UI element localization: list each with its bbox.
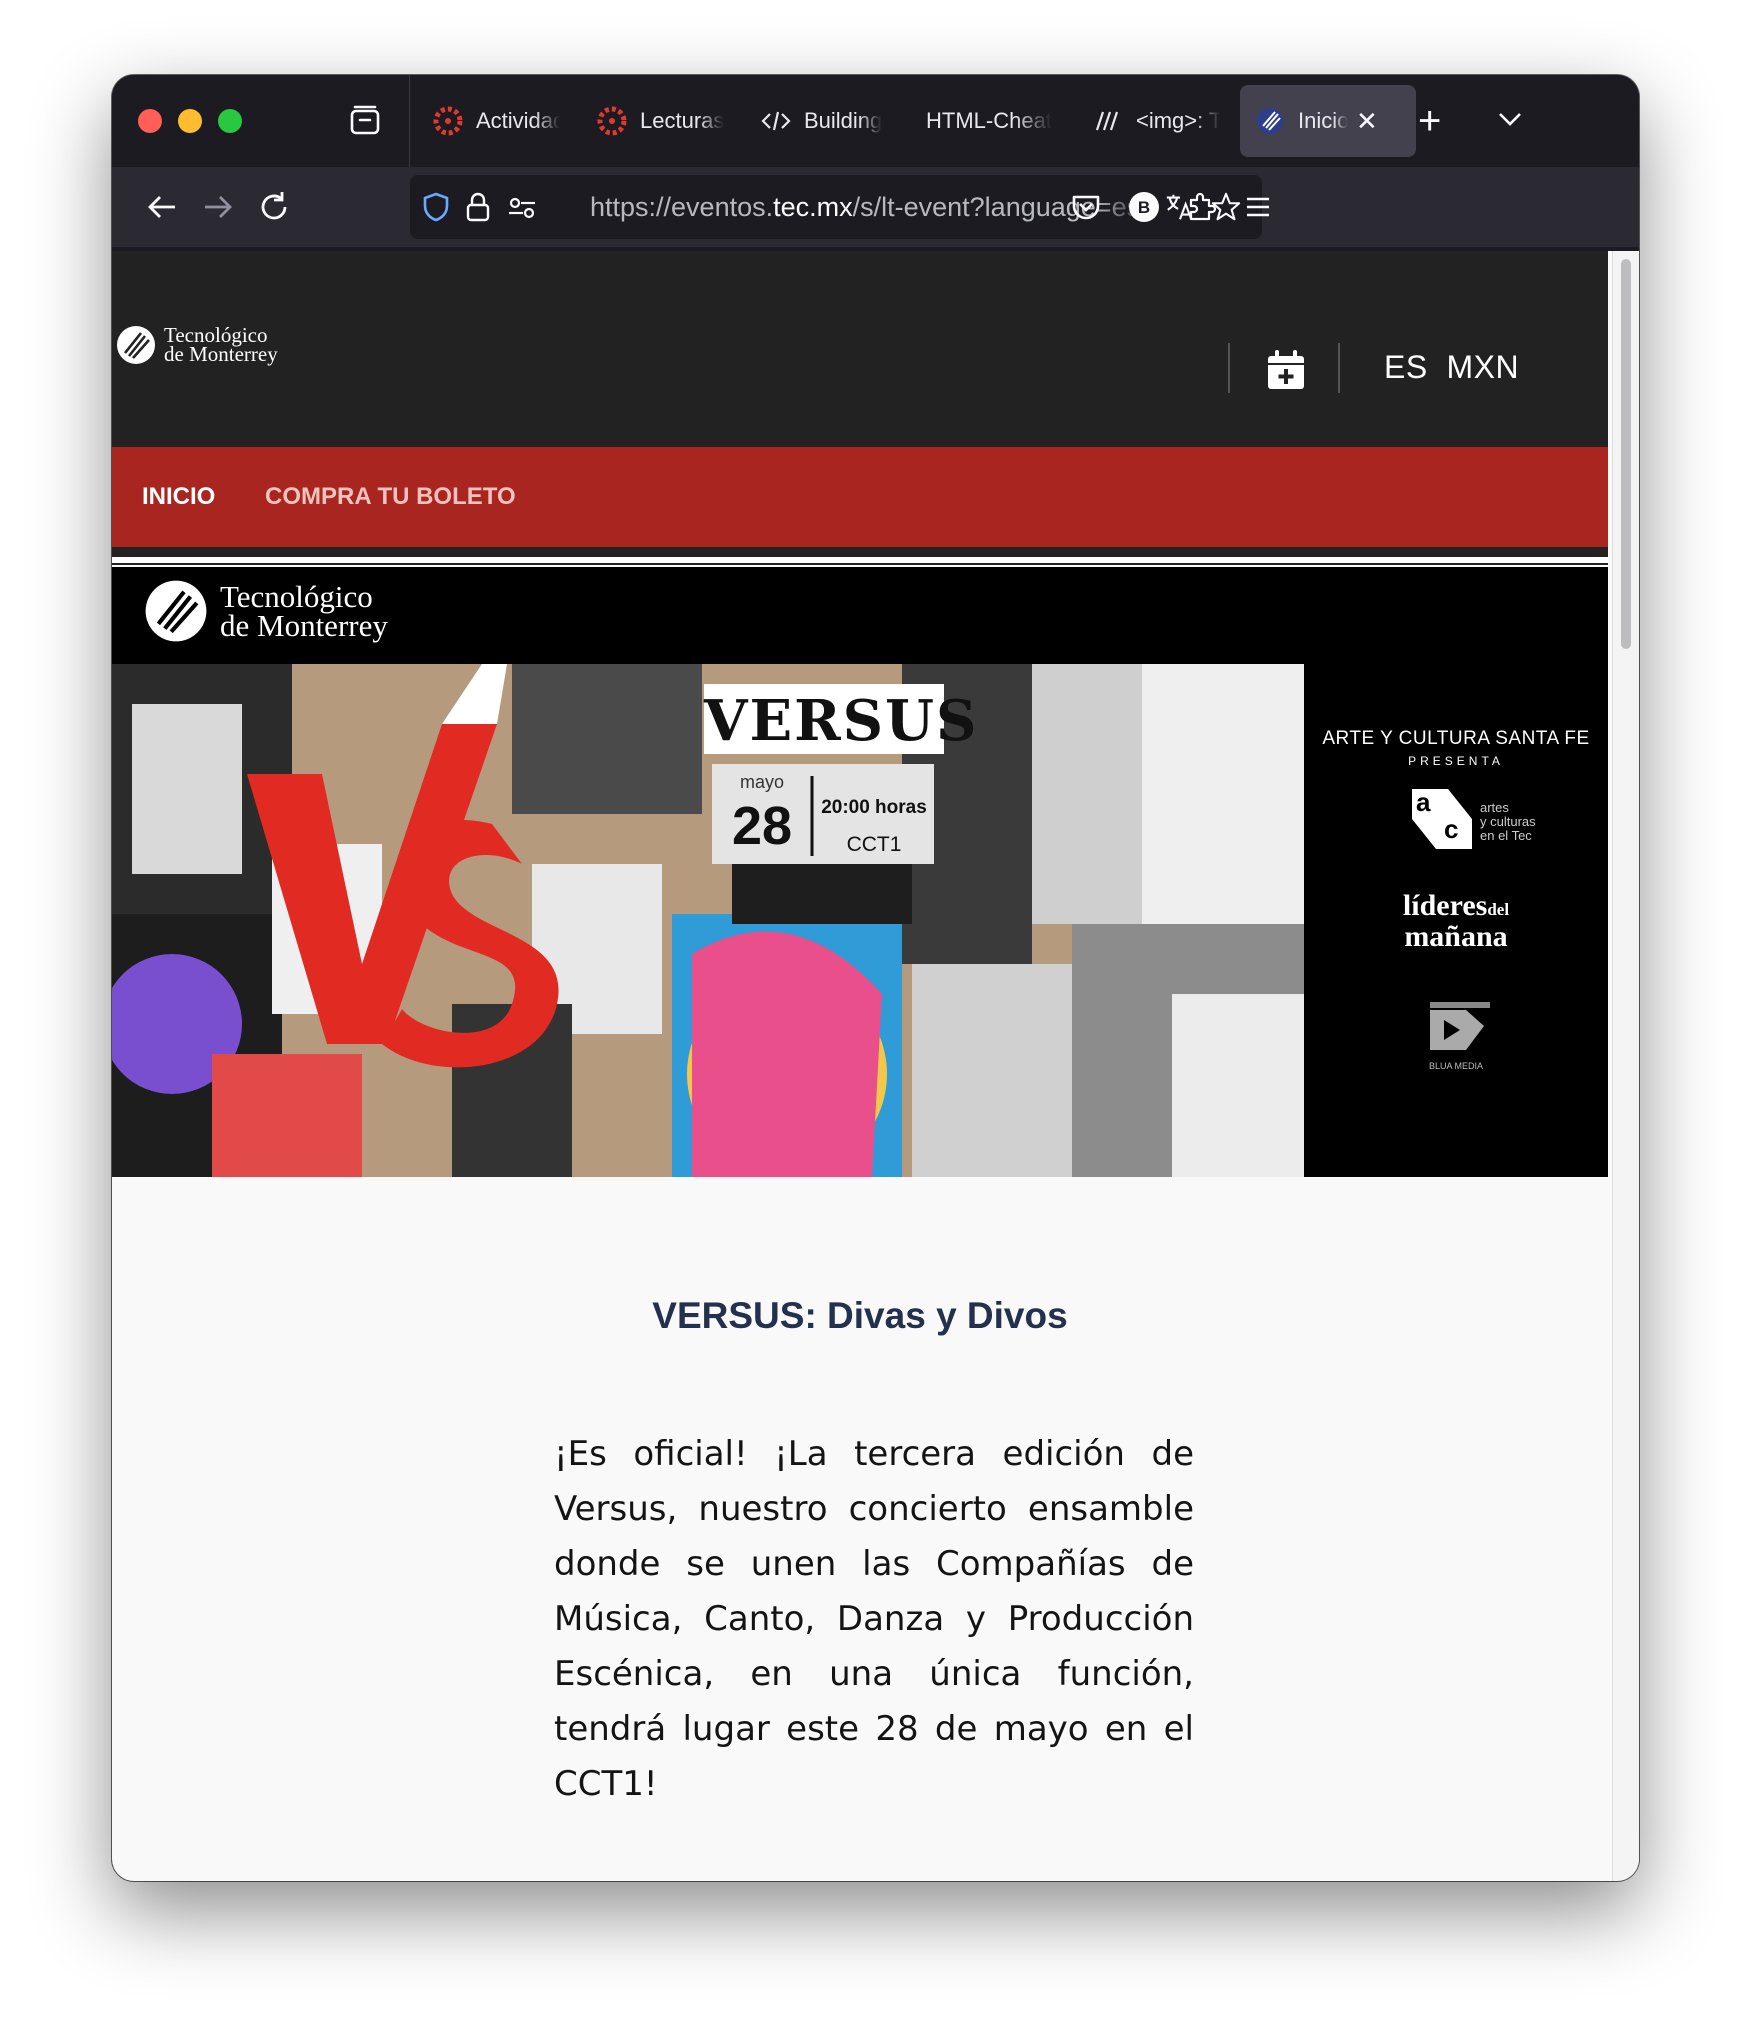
currency-label[interactable]: MXN	[1446, 349, 1519, 385]
logo-text: Tecnológico de Monterrey	[164, 323, 278, 366]
tab-strip: Actividad Lecturas Building HTML-Cheat <…	[112, 75, 1639, 167]
browser-window: Actividad Lecturas Building HTML-Cheat <…	[112, 75, 1639, 1881]
account-button[interactable]: B	[1124, 187, 1164, 227]
tab-img[interactable]: <img>: T	[1092, 85, 1220, 157]
calendar-add-icon[interactable]	[1266, 349, 1306, 391]
permissions-icon[interactable]	[506, 191, 538, 223]
site-header: Tecnológico de Monterrey ES MXN	[112, 251, 1608, 447]
reload-button[interactable]	[254, 187, 294, 227]
tab-label: Building	[804, 108, 883, 133]
tab-label: Actividad	[476, 108, 560, 133]
navigation-toolbar: https://eventos.tec.mx/s/lt-event?langua…	[112, 167, 1639, 247]
poster-title: VERSUS	[704, 688, 979, 754]
event-description: ¡Es oficial! ¡La tercera edición de Vers…	[554, 1434, 1194, 1804]
arrow-right-icon	[205, 196, 232, 218]
maximize-window-button[interactable]	[218, 109, 242, 133]
tec-icon	[1254, 105, 1286, 137]
lideres-logo: líderesdel mañana	[1402, 889, 1510, 953]
nav-inicio[interactable]: INICIO	[142, 483, 215, 511]
svg-text:B: B	[1138, 198, 1150, 217]
scrollbar-track[interactable]	[1612, 251, 1639, 1881]
chevron-down-icon[interactable]	[1494, 103, 1526, 135]
header-divider	[1338, 343, 1340, 393]
artes-culturas-text: artes y culturas en el Tec	[1480, 800, 1536, 843]
blua-media-text: BLUA MEDIA	[1428, 1061, 1484, 1071]
tab-label: <img>: T	[1136, 108, 1220, 133]
tab-actividad[interactable]: Actividad	[432, 85, 560, 157]
new-tab-button[interactable]: +	[1418, 101, 1441, 141]
arrow-left-icon	[148, 196, 175, 218]
blua-media-logo	[1430, 1002, 1490, 1050]
forward-button[interactable]	[198, 187, 238, 227]
minimize-window-button[interactable]	[178, 109, 202, 133]
tab-label: Inicio	[1298, 108, 1348, 133]
extensions-button[interactable]	[1182, 187, 1222, 227]
reload-icon	[261, 192, 287, 220]
tab-building[interactable]: Building	[760, 85, 890, 157]
shield-icon[interactable]	[420, 191, 452, 223]
language-currency-selector[interactable]: ES MXN	[1384, 349, 1519, 386]
language-label[interactable]: ES	[1384, 349, 1428, 385]
menu-button[interactable]	[1238, 187, 1278, 227]
presenter-text: ARTE Y CULTURA SANTA FE	[1322, 728, 1590, 749]
poster-venue: CCT1	[846, 833, 902, 856]
tec-logo-icon	[145, 580, 207, 642]
scrollbar-thumb[interactable]	[1621, 259, 1631, 649]
pocket-icon	[1072, 195, 1100, 220]
canvas-icon	[432, 105, 464, 137]
back-button[interactable]	[142, 187, 182, 227]
logo-letter-a: a	[1416, 787, 1431, 817]
tab-html-cheat[interactable]: HTML-Cheat	[926, 85, 1056, 157]
mdn-icon	[1092, 105, 1124, 137]
site-logo[interactable]: Tecnológico de Monterrey	[116, 325, 278, 365]
tab-overview-icon[interactable]	[348, 103, 382, 137]
lock-icon[interactable]	[462, 191, 494, 223]
logo-text: Tecnológico de Monterrey	[220, 579, 388, 643]
header-divider	[1228, 343, 1230, 393]
tab-separator	[409, 75, 410, 167]
sponsor-panel: ARTE Y CULTURA SANTA FE PRESENTA a c art…	[1304, 664, 1608, 1177]
poster-month: mayo	[739, 772, 784, 792]
close-window-button[interactable]	[138, 109, 162, 133]
page-content: Tecnológico de Monterrey ES MXN INICIO CO…	[112, 251, 1639, 1881]
nav-compra-tu-boleto[interactable]: COMPRA TU BOLETO	[265, 483, 516, 511]
tab-inicio[interactable]: Inicio ✕	[1240, 85, 1416, 157]
tab-label: HTML-Cheat	[926, 108, 1052, 133]
poster-time: 20:00 horas	[821, 797, 927, 818]
tec-logo-icon	[117, 326, 155, 364]
poster-day: 28	[731, 796, 793, 856]
code-icon	[760, 105, 792, 137]
divider	[112, 557, 1608, 563]
logo-letter-c: c	[1444, 814, 1459, 844]
tab-lecturas[interactable]: Lecturas	[596, 85, 724, 157]
canvas-icon	[596, 105, 628, 137]
avatar-icon: B	[1129, 192, 1159, 222]
event-title: VERSUS: Divas y Divos	[652, 1295, 1068, 1336]
puzzle-icon	[1189, 192, 1217, 221]
hamburger-icon	[1247, 197, 1269, 217]
banner-logo: Tecnológico de Monterrey	[144, 579, 388, 643]
tab-label: Lecturas	[640, 108, 724, 133]
close-tab-icon[interactable]: ✕	[1356, 106, 1378, 137]
presenta-text: PRESENTA	[1408, 754, 1504, 768]
event-banner: Tecnológico de Monterrey VERSUS mayo 28 …	[112, 567, 1608, 1177]
pocket-button[interactable]	[1066, 187, 1106, 227]
main-nav: INICIO COMPRA TU BOLETO	[112, 447, 1608, 547]
